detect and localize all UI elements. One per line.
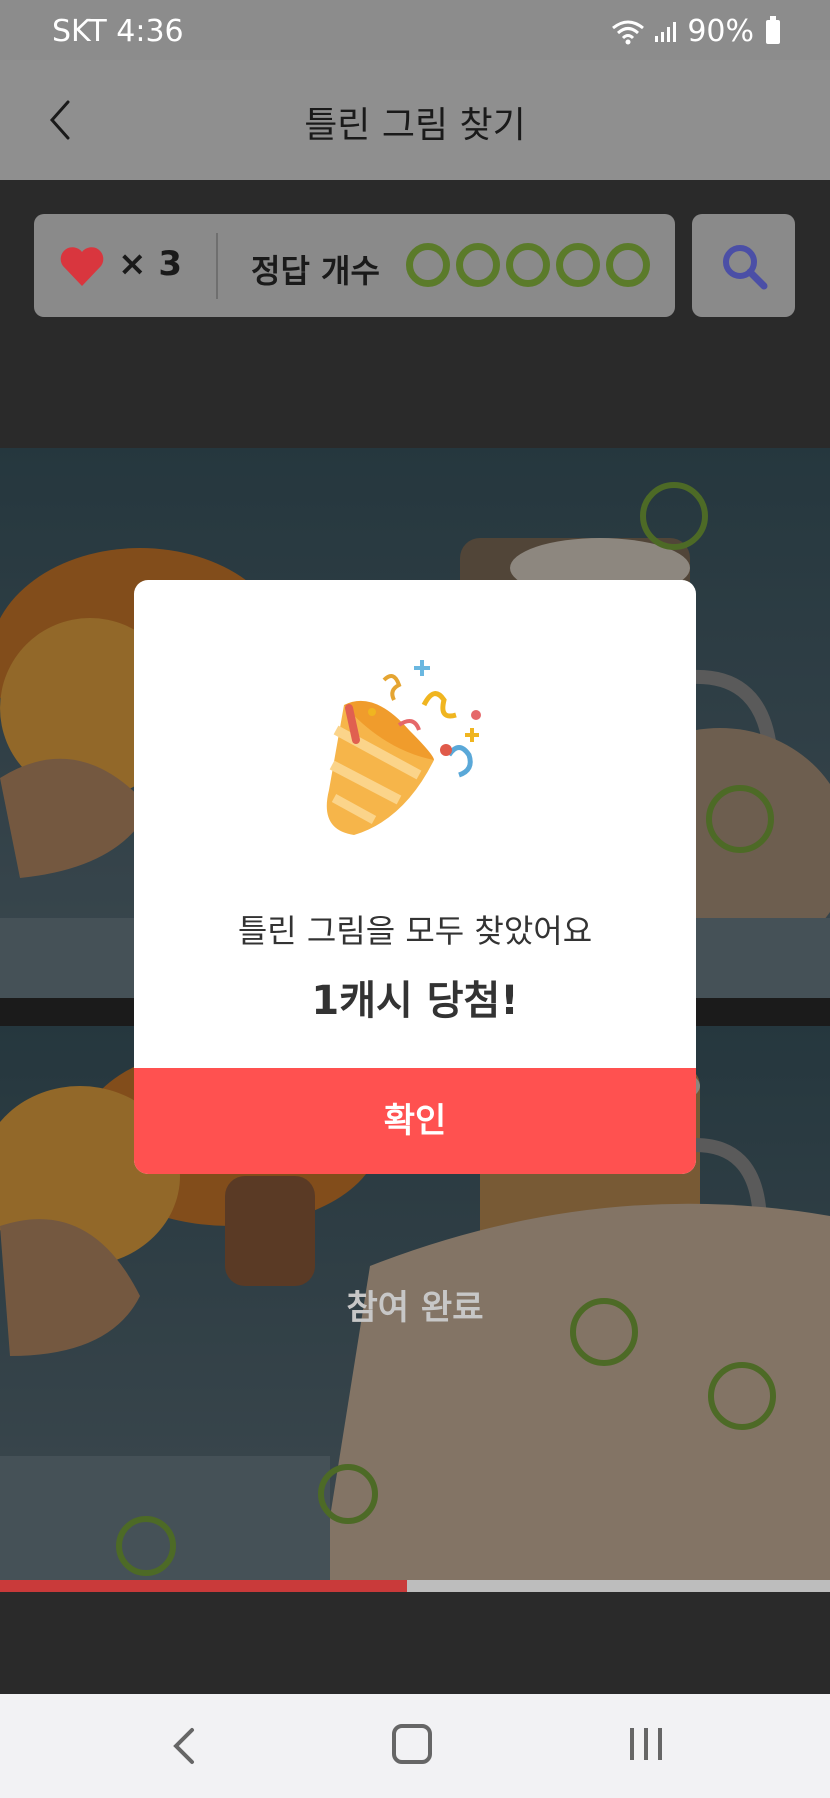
signal-icon (655, 21, 677, 42)
divider (216, 233, 218, 299)
heart-icon (60, 247, 104, 286)
answer-circle (456, 243, 500, 287)
wifi-icon (612, 20, 645, 44)
system-nav-bar (0, 1694, 830, 1798)
found-mark (116, 1516, 176, 1576)
status-bar: SKT 4:36 90% (0, 0, 830, 60)
screen: SKT 4:36 90% 틀린 그림 찾기 × 3 정답 개수 참여 완료 틀린… (0, 0, 830, 1798)
home-icon[interactable] (392, 1724, 432, 1764)
progress-bar (0, 1580, 830, 1592)
party-popper-icon (326, 660, 481, 835)
battery-percent: 90% (687, 14, 754, 49)
recents-icon[interactable] (626, 1724, 666, 1764)
participation-status: 참여 완료 (346, 1288, 484, 1328)
status-carrier-time: SKT 4:36 (52, 14, 184, 49)
footer-spacer (0, 1592, 830, 1694)
app-header: 틀린 그림 찾기 (0, 60, 830, 180)
answer-circles (406, 243, 650, 287)
answer-count-label: 정답 개수 (251, 252, 380, 290)
success-dialog: 틀린 그림을 모두 찾았어요 1캐시 당첨! 확인 (134, 580, 696, 1174)
page-title: 틀린 그림 찾기 (304, 105, 526, 146)
answer-circle (606, 243, 650, 287)
status-icons: 90% (611, 14, 780, 49)
success-message: 틀린 그림을 모두 찾았어요 (237, 912, 593, 950)
progress-fill (0, 1580, 407, 1592)
found-mark (318, 1464, 378, 1524)
answer-circle (506, 243, 550, 287)
battery-icon (766, 15, 780, 44)
prize-text: 1캐시 당첨! (311, 978, 519, 1024)
found-mark (640, 482, 708, 550)
answer-circle (406, 243, 450, 287)
answer-circle (556, 243, 600, 287)
back-icon[interactable] (160, 1716, 210, 1776)
confirm-button[interactable]: 확인 (134, 1068, 696, 1174)
found-mark (708, 1362, 776, 1430)
found-mark (706, 785, 774, 853)
lives-count: × 3 (118, 244, 182, 284)
search-icon (723, 245, 768, 290)
